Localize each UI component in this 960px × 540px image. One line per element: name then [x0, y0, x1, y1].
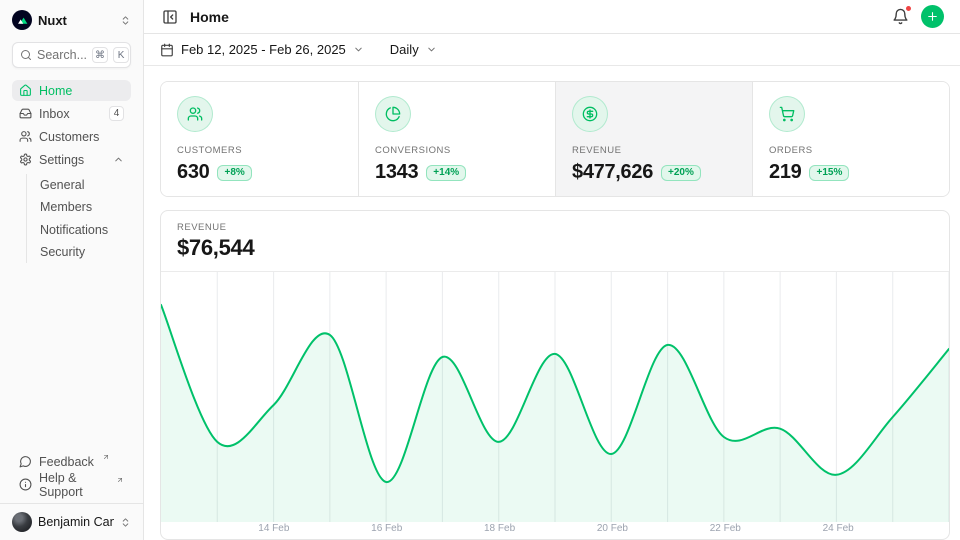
circle-dollar-icon: [572, 96, 608, 132]
x-axis-tick-label: 14 Feb: [258, 523, 289, 534]
stat-label: REVENUE: [572, 145, 736, 156]
message-bubble-icon: [19, 455, 32, 468]
chevron-down-icon: [353, 44, 364, 55]
chart-header: REVENUE $76,544: [161, 211, 949, 272]
sidebar-item-label: Customers: [39, 130, 124, 144]
chart-label: REVENUE: [177, 222, 933, 233]
notifications-button[interactable]: [890, 6, 911, 27]
x-axis-tick-label: 24 Feb: [823, 523, 854, 534]
interval-select[interactable]: Daily: [390, 42, 437, 57]
sidebar-nav: Home Inbox 4 Customers Settings: [0, 80, 143, 263]
kbd-cmd: ⌘: [92, 47, 108, 63]
date-range-picker[interactable]: Feb 12, 2025 - Feb 26, 2025: [160, 42, 364, 57]
kbd-k: K: [113, 47, 129, 63]
avatar: [12, 512, 32, 532]
x-axis-tick-label: 16 Feb: [371, 523, 402, 534]
external-link-icon: [102, 453, 110, 461]
stat-card-orders[interactable]: ORDERS 219 +15%: [752, 82, 949, 196]
sidebar-item-label: Inbox: [39, 107, 102, 121]
users-icon: [177, 96, 213, 132]
x-axis-tick-label: 18 Feb: [484, 523, 515, 534]
stat-value: 630: [177, 161, 209, 184]
filter-bar: Feb 12, 2025 - Feb 26, 2025 Daily: [144, 34, 960, 66]
date-range-value: Feb 12, 2025 - Feb 26, 2025: [181, 42, 346, 57]
stat-value: 1343: [375, 161, 418, 184]
stat-label: ORDERS: [769, 145, 933, 156]
external-link-icon: [116, 476, 124, 484]
sidebar-item-settings[interactable]: Settings: [12, 149, 131, 170]
gear-icon: [19, 153, 32, 166]
chevron-up-icon: [113, 154, 124, 165]
x-axis-tick-label: 20 Feb: [597, 523, 628, 534]
stat-value: 219: [769, 161, 801, 184]
team-name: Nuxt: [38, 13, 114, 28]
help-support-label: Help & Support: [39, 471, 108, 499]
page-title: Home: [190, 9, 229, 25]
sidebar: Nuxt Search... ⌘ K Home Inbox 4: [0, 0, 144, 540]
users-icon: [19, 130, 32, 143]
search-icon: [20, 49, 32, 61]
sidebar-item-general[interactable]: General: [38, 174, 131, 196]
stat-label: CONVERSIONS: [375, 145, 539, 156]
x-axis-tick-label: 22 Feb: [710, 523, 741, 534]
sidebar-footer: Feedback Help & Support: [0, 445, 143, 503]
stat-delta-badge: +14%: [426, 165, 466, 181]
chevrons-up-down-icon: [120, 517, 131, 528]
feedback-link[interactable]: Feedback: [12, 451, 131, 472]
sidebar-item-customers[interactable]: Customers: [12, 126, 131, 147]
interval-value: Daily: [390, 42, 419, 57]
sidebar-item-members[interactable]: Members: [38, 197, 131, 219]
inbox-icon: [19, 107, 32, 120]
calendar-icon: [160, 43, 174, 57]
nuxt-logo-icon: [12, 10, 32, 30]
sidebar-item-label: Home: [39, 84, 124, 98]
sidebar-item-label: Members: [40, 200, 129, 214]
search-input[interactable]: Search... ⌘ K: [12, 42, 131, 68]
revenue-chart-card: REVENUE $76,544 14 Feb 16 Feb 18 Feb 20 Feb…: [160, 210, 950, 540]
stat-value: $477,626: [572, 161, 653, 184]
search-placeholder: Search...: [37, 48, 87, 62]
revenue-area-chart[interactable]: [161, 272, 949, 522]
sidebar-item-label: General: [40, 178, 129, 192]
sidebar-item-security[interactable]: Security: [38, 242, 131, 264]
sidebar-collapse-button[interactable]: [160, 7, 180, 27]
sidebar-item-inbox[interactable]: Inbox 4: [12, 103, 131, 124]
notification-dot: [905, 5, 912, 12]
info-circle-icon: [19, 478, 32, 491]
stat-label: CUSTOMERS: [177, 145, 342, 156]
feedback-label: Feedback: [39, 455, 94, 469]
inbox-count-badge: 4: [109, 106, 124, 121]
stat-card-conversions[interactable]: CONVERSIONS 1343 +14%: [358, 82, 555, 196]
shopping-cart-icon: [769, 96, 805, 132]
x-axis: 14 Feb 16 Feb 18 Feb 20 Feb 22 Feb 24 Feb: [161, 522, 949, 539]
add-button[interactable]: [921, 5, 944, 28]
dashboard-content: CUSTOMERS 630 +8% CONVERSIONS 1343 +14%: [144, 66, 960, 540]
sidebar-item-notifications[interactable]: Notifications: [38, 219, 131, 241]
home-icon: [19, 84, 32, 97]
chevrons-up-down-icon: [120, 15, 131, 26]
help-support-link[interactable]: Help & Support: [12, 474, 131, 495]
settings-subnav: General Members Notifications Security: [26, 174, 131, 263]
user-menu[interactable]: Benjamin Canac: [0, 503, 143, 540]
chart-canvas[interactable]: [161, 272, 949, 522]
sidebar-item-label: Security: [40, 245, 129, 259]
sidebar-item-label: Settings: [39, 153, 106, 167]
stat-card-customers[interactable]: CUSTOMERS 630 +8%: [161, 82, 358, 196]
stat-card-revenue[interactable]: REVENUE $477,626 +20%: [555, 82, 752, 196]
pie-chart-icon: [375, 96, 411, 132]
team-switcher[interactable]: Nuxt: [0, 0, 143, 42]
stat-delta-badge: +20%: [661, 165, 701, 181]
main-area: Home Feb 12, 2025 - Feb 26, 2025 Daily: [144, 0, 960, 540]
stat-delta-badge: +15%: [809, 165, 849, 181]
sidebar-item-label: Notifications: [40, 223, 129, 237]
sidebar-item-home[interactable]: Home: [12, 80, 131, 101]
user-name: Benjamin Canac: [38, 515, 114, 529]
chart-total-value: $76,544: [177, 235, 933, 261]
stat-delta-badge: +8%: [217, 165, 251, 181]
stats-row: CUSTOMERS 630 +8% CONVERSIONS 1343 +14%: [160, 81, 950, 197]
chevron-down-icon: [426, 44, 437, 55]
top-header: Home: [144, 0, 960, 34]
